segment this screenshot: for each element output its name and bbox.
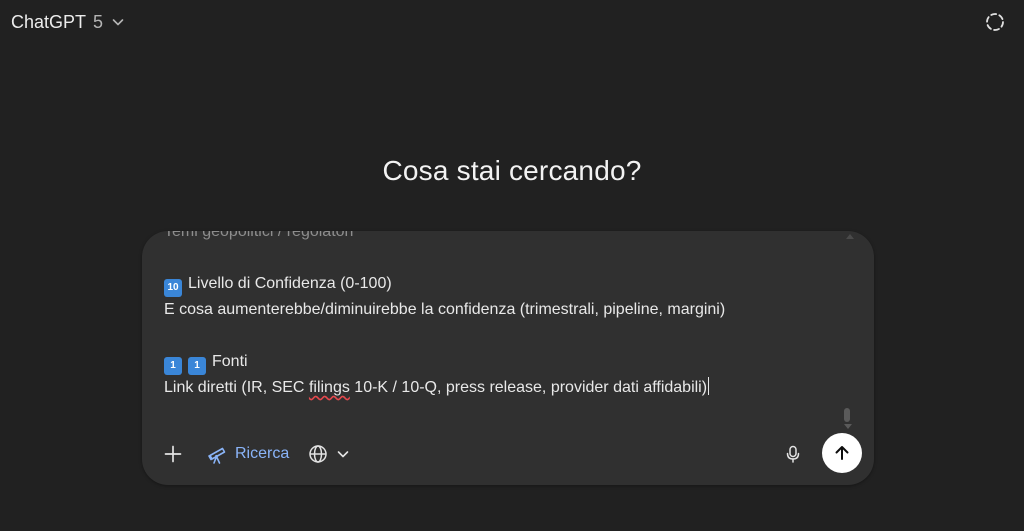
- prompt-textarea[interactable]: Temi geopolitici / regolatori 10 Livello …: [164, 231, 836, 401]
- model-version: 5: [93, 11, 104, 32]
- page-title: Cosa stai cercando?: [382, 155, 642, 186]
- composer-line-text: Fonti: [212, 353, 248, 370]
- dictate-button[interactable]: [780, 441, 806, 467]
- telescope-icon: [208, 447, 226, 464]
- model-selector[interactable]: ChatGPT 5: [11, 10, 125, 34]
- model-name: ChatGPT: [11, 11, 87, 32]
- composer-line: 1 1 Fonti: [164, 349, 836, 375]
- prompt-composer[interactable]: Temi geopolitici / regolatori 10 Livello …: [142, 231, 874, 485]
- composer-line-text: Link diretti (IR, SEC: [164, 379, 309, 396]
- microphone-icon: [786, 445, 800, 463]
- add-attachment-button[interactable]: [160, 441, 186, 467]
- keycap-badge: 1: [164, 357, 182, 375]
- composer-line: Link diretti (IR, SEC filings 10-K / 10-…: [164, 375, 836, 401]
- composer-line: Temi geopolitici / regolatori: [164, 231, 354, 240]
- research-label: Ricerca: [235, 445, 290, 462]
- keycap-badge: 1: [188, 357, 206, 375]
- globe-icon: [309, 445, 327, 463]
- scroll-up-arrow-icon[interactable]: [846, 233, 854, 239]
- composer-line-text: 10-K / 10-Q, press release, provider dat…: [349, 379, 708, 396]
- composer-line: 10 Livello di Confidenza (0-100): [164, 271, 836, 297]
- composer-line-text: Livello di Confidenza (0-100): [188, 275, 392, 292]
- misspelled-word: filings: [308, 379, 350, 396]
- dashed-circle-icon: [986, 13, 1004, 31]
- chat-page: ChatGPT 5 Cosa stai cercando? Temi geopo…: [0, 0, 1024, 531]
- plus-icon: [164, 445, 182, 463]
- composer-toolbar: Ricerca: [142, 433, 874, 473]
- scrollbar-thumb[interactable]: [844, 408, 850, 422]
- keycap-badge: 10: [164, 279, 182, 297]
- composer-line: E cosa aumenterebbe/diminuirebbe la conf…: [164, 301, 726, 318]
- arrow-up-icon: [835, 446, 849, 460]
- send-button[interactable]: [822, 433, 862, 473]
- research-button[interactable]: Ricerca: [200, 439, 295, 469]
- chevron-down-icon: [112, 19, 124, 26]
- temporary-chat-button[interactable]: [982, 9, 1008, 35]
- scroll-down-arrow-icon[interactable]: [844, 424, 852, 429]
- chevron-down-icon: [337, 451, 349, 458]
- web-search-toggle[interactable]: [304, 439, 354, 469]
- text-caret: [708, 377, 710, 395]
